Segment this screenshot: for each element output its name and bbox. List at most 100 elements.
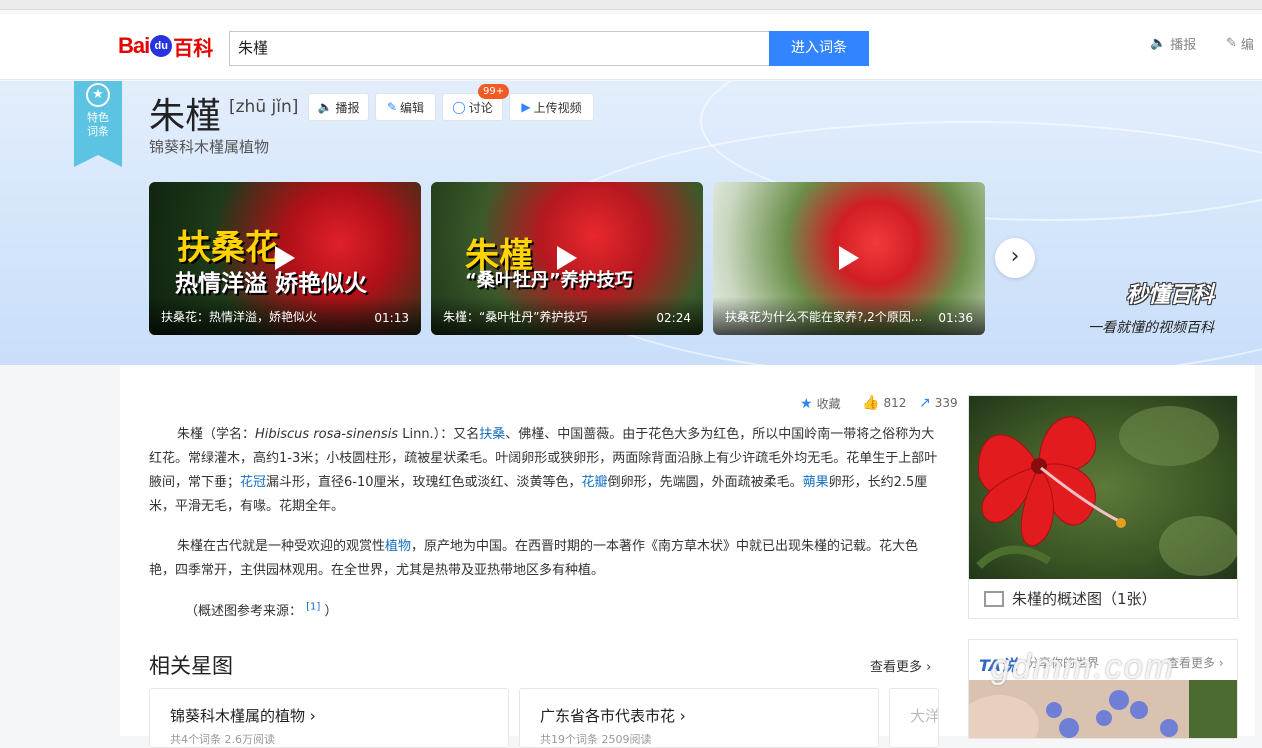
site-header: Bai du 百科 朱槿 进入词条 🔈 播报 ✎ 编	[0, 14, 1262, 80]
edit-button[interactable]: ✎ 编辑	[375, 93, 436, 121]
text-span: 倒卵形，先端圆，外面疏被柔毛。	[607, 475, 803, 490]
discuss-count-badge: 99+	[478, 84, 510, 99]
hibiscus-image	[969, 396, 1237, 579]
entry-subtitle: 锦葵科木槿属植物	[149, 138, 270, 156]
star-icon: ★	[800, 395, 813, 412]
related-card-title: 锦葵科木槿属的植物 ›	[170, 705, 316, 726]
entry-title: 朱槿	[149, 96, 222, 137]
featured-entry-ribbon: ★ 特色词条	[74, 81, 122, 167]
watermark-text: gdmm.com	[991, 648, 1176, 686]
chevron-right-icon: ›	[679, 707, 686, 725]
related-card[interactable]: 大洋	[889, 688, 939, 748]
thumbs-up-icon: 👍	[862, 395, 880, 411]
broadcast-label: 播报	[335, 100, 360, 115]
header-broadcast-button[interactable]: 🔈 播报	[1150, 34, 1196, 53]
chevron-right-icon: ›	[1218, 656, 1224, 670]
logo-baike: 百科	[173, 37, 214, 60]
miaodong-tagline: 一看就懂的视频百科	[1088, 320, 1214, 336]
play-icon	[839, 246, 859, 270]
chevron-right-icon: ›	[926, 660, 932, 675]
image-reference-line: （概述图参考来源： [1] ）	[185, 600, 337, 619]
search-input[interactable]: 朱槿	[229, 31, 770, 66]
carousel-next-button[interactable]: ›	[995, 238, 1035, 278]
chat-bubble-icon: ◯	[452, 100, 466, 114]
entry-banner: ★ 特色词条 朱槿 [zhū jǐn] 🔈 播报 ✎ 编辑 ◯ 讨论 99+ ▶…	[0, 81, 1262, 365]
video-title: 扶桑花：热情洋溢，娇艳似火	[161, 310, 318, 324]
speaker-icon: 🔈	[317, 100, 333, 114]
video-card[interactable]: 扶桑花 热情洋溢 娇艳似火 扶桑花：热情洋溢，娇艳似火 01:13	[149, 182, 421, 335]
related-card[interactable]: 锦葵科木槿属的植物 › 共4个词条 2.6万阅读	[149, 688, 509, 748]
share-count: 339	[934, 396, 958, 410]
pencil-icon: ✎	[1226, 36, 1237, 51]
baike-logo[interactable]: Bai du 百科	[118, 28, 213, 64]
header-edit-label: 编	[1240, 38, 1254, 53]
broadcast-button[interactable]: 🔈 播报	[308, 93, 369, 121]
related-card-title: 大洋	[910, 707, 939, 725]
reference-link[interactable]: [1]	[306, 602, 320, 613]
like-button[interactable]: 👍 812	[862, 395, 906, 411]
text-span: 朱槿在古代就是一种受欢迎的观赏性	[177, 539, 386, 554]
link-huaban[interactable]: 花瓣	[582, 475, 608, 490]
header-edit-button[interactable]: ✎ 编	[1226, 34, 1254, 53]
summary-paragraph-2: 朱槿在古代就是一种受欢迎的观赏性植物，原产地为中国。在西晋时期的一本著作《南方草…	[149, 535, 939, 583]
summary-paragraph-1: 朱槿（学名：Hibiscus rosa-sinensis Linn.）：又名扶桑…	[149, 423, 939, 519]
ta-shuo-card[interactable]: TA说 分享你的世界 查看更多 › gdmm.com	[968, 639, 1238, 739]
video-duration: 02:24	[656, 311, 691, 325]
play-icon	[275, 246, 295, 270]
video-title: 扶桑花为什么不能在家养?,2个原因...	[725, 310, 923, 324]
video-overlay-title: 扶桑花	[177, 228, 279, 268]
text-span: Linn.）：又名	[398, 427, 480, 442]
hibiscus-photo[interactable]	[969, 396, 1237, 579]
search-button[interactable]: 进入词条	[769, 31, 869, 66]
edit-label: 编辑	[400, 100, 425, 115]
video-overlay-subtitle: “桑叶牡丹”养护技巧	[465, 270, 633, 291]
header-broadcast-label: 播报	[1170, 38, 1197, 53]
gallery-icon	[984, 590, 1004, 607]
related-card-stats: 共19个词条 2509阅读	[540, 733, 652, 746]
ta-shuo-image	[969, 680, 1237, 738]
entry-pinyin: [zhū jǐn]	[229, 97, 299, 117]
chevron-right-icon: ›	[309, 707, 316, 725]
link-shuoguo[interactable]: 蒴果	[803, 475, 829, 490]
video-card[interactable]: 朱槿 “桑叶牡丹”养护技巧 朱槿：“桑叶牡丹”养护技巧 02:24	[431, 182, 703, 335]
favorite-button[interactable]: ★ 收藏	[800, 395, 841, 412]
star-badge-icon: ★	[86, 83, 110, 107]
summary-image-caption[interactable]: 朱槿的概述图（1张）	[984, 588, 1157, 609]
video-camera-icon: ▶	[521, 100, 531, 114]
logo-paw-icon: du	[150, 35, 173, 57]
share-icon: ↗	[919, 395, 931, 411]
text-span: 朱槿（学名：	[177, 427, 256, 442]
video-overlay-subtitle: 热情洋溢 娇艳似火	[175, 271, 368, 297]
link-fusang[interactable]: 扶桑	[479, 427, 505, 442]
browser-top-strip	[0, 0, 1262, 10]
latin-name: Hibiscus rosa-sinensis	[255, 427, 399, 442]
speaker-icon: 🔈	[1150, 36, 1167, 51]
video-title: 朱槿：“桑叶牡丹”养护技巧	[443, 310, 588, 324]
related-card-title-text: 广东省各市代表市花	[540, 707, 676, 725]
summary-image-caption-text: 朱槿的概述图（1张）	[1012, 590, 1157, 608]
summary-image-card[interactable]: 朱槿的概述图（1张）	[968, 395, 1238, 619]
upload-video-button[interactable]: ▶ 上传视频	[509, 93, 594, 121]
related-card-title: 广东省各市代表市花 ›	[540, 705, 686, 726]
video-card[interactable]: 扶桑花为什么不能在家养?,2个原因... 01:36	[713, 182, 985, 335]
video-duration: 01:36	[938, 311, 973, 325]
chevron-right-icon: ›	[1010, 244, 1020, 269]
related-card-title-text: 锦葵科木槿属的植物	[170, 707, 306, 725]
related-section-title: 相关星图	[149, 654, 233, 678]
pencil-icon: ✎	[386, 100, 398, 114]
video-duration: 01:13	[374, 311, 409, 325]
ribbon-text: 特色词条	[87, 111, 109, 138]
share-button[interactable]: ↗ 339	[919, 395, 958, 411]
related-card[interactable]: 广东省各市代表市花 › 共19个词条 2509阅读	[519, 688, 879, 748]
link-huaguan[interactable]: 花冠	[240, 475, 266, 490]
link-zhiwu[interactable]: 植物	[385, 539, 411, 554]
upload-video-label: 上传视频	[533, 100, 582, 115]
ref-suffix: ）	[324, 604, 338, 619]
related-see-more-link[interactable]: 查看更多 ›	[870, 656, 931, 675]
ref-prefix: （概述图参考来源：	[185, 604, 303, 619]
related-card-stats: 共4个词条 2.6万阅读	[170, 733, 275, 746]
see-more-label: 查看更多	[870, 660, 923, 675]
play-icon	[557, 246, 577, 270]
logo-bai: Bai	[118, 33, 150, 58]
ta-see-more-link[interactable]: 查看更多 ›	[1167, 654, 1224, 671]
